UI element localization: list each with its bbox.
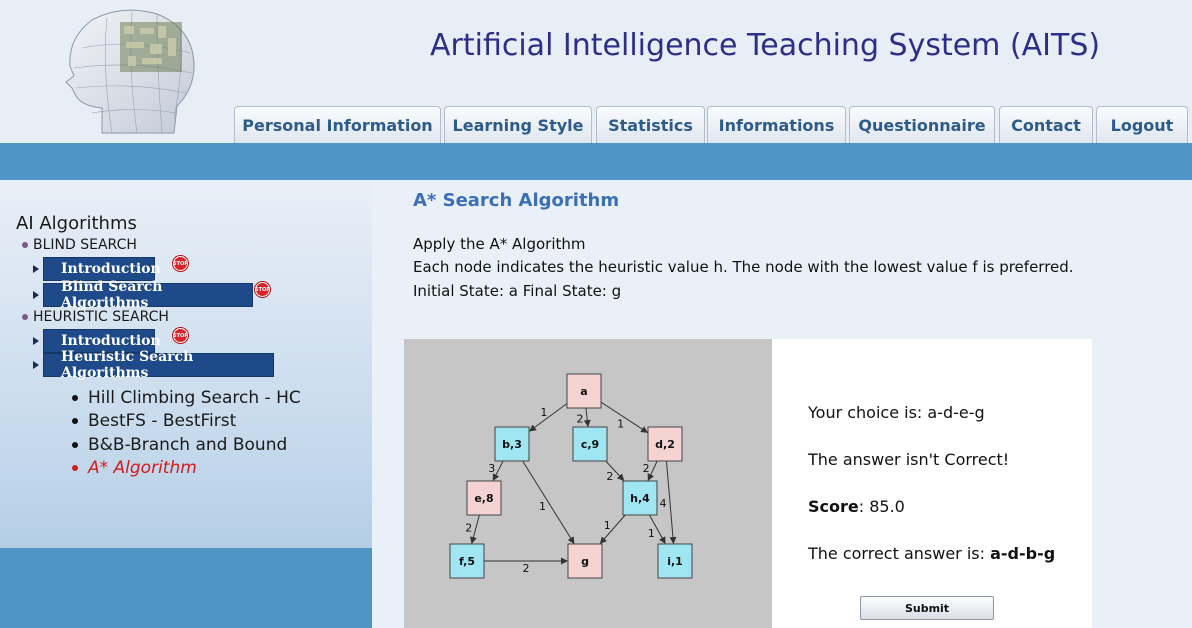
graph-edge-a-c	[583, 407, 591, 428]
correct-answer: The correct answer is: a-d-b-g	[808, 544, 1055, 563]
choice-value: a-d-e-g	[927, 403, 985, 422]
sub-item-bestfs[interactable]: BestFS - BestFirst	[72, 411, 236, 431]
edge-weight-label: 2	[465, 522, 472, 535]
node-label: a	[580, 385, 587, 398]
blind-search-label: BLIND SEARCH	[22, 237, 137, 253]
edge-weight-label: 1	[540, 406, 547, 419]
page-title: A* Search Algorithm	[413, 190, 620, 211]
edge-weight-label: 1	[648, 527, 655, 540]
stop-icon: STOP	[255, 282, 270, 297]
graph-edge-b-g	[522, 460, 575, 545]
answer-status: The answer isn't Correct!	[808, 450, 1010, 469]
bullet-icon	[72, 395, 78, 401]
arrow-right-icon	[33, 361, 39, 369]
node-label: h,4	[630, 492, 650, 505]
graph-edge-d-i	[665, 460, 677, 545]
sub-item-label: BestFS - BestFirst	[88, 411, 237, 431]
nav-statistics[interactable]: Statistics	[596, 106, 705, 143]
graph-node-a: a	[566, 373, 602, 409]
state-description: Initial State: a Final State: g	[413, 282, 622, 300]
graph-edge-a-b	[528, 403, 568, 432]
edge-weight-label: 2	[606, 470, 613, 483]
node-label: d,2	[655, 438, 675, 451]
correct-label: The correct answer is:	[808, 544, 991, 563]
score: Score: 85.0	[808, 497, 905, 516]
node-label: i,1	[667, 555, 683, 568]
graph-node-i: i,1	[657, 543, 693, 579]
blind-algorithms-button[interactable]: Blind Search Algorithms	[43, 279, 253, 311]
heuristic-search-text: HEURISTIC SEARCH	[33, 309, 169, 325]
header-band	[0, 143, 1192, 180]
choice-label: Your choice is:	[808, 403, 928, 422]
bullet-icon	[72, 418, 78, 424]
node-label: c,9	[581, 438, 599, 451]
bullet-icon	[22, 242, 28, 248]
node-label: b,3	[502, 438, 522, 451]
sub-item-label: Hill Climbing Search - HC	[88, 388, 301, 408]
graph-nodes: a b,3 c,9 d,2 e,8 h,4 f,5 g i,1	[449, 373, 693, 579]
header: Artificial Intelligence Teaching System …	[0, 0, 1192, 143]
graph-node-h: h,4	[622, 480, 658, 516]
arrow-right-icon	[33, 337, 39, 345]
arrow-right-icon	[33, 291, 39, 299]
edge-weight-label: 2	[577, 412, 584, 425]
nav-contact[interactable]: Contact	[999, 106, 1093, 143]
bullet-icon	[72, 442, 78, 448]
edge-weight-label: 1	[617, 417, 624, 430]
menu-blind-algorithms[interactable]: Blind Search Algorithms	[33, 279, 253, 311]
edge-weight-label: 1	[604, 519, 611, 532]
sub-item-a-star[interactable]: A* Algorithm	[72, 458, 197, 478]
graph-node-b: b,3	[494, 426, 530, 462]
bullet-icon	[22, 314, 28, 320]
heuristic-algorithms-button[interactable]: Heuristic Search Algorithms	[43, 349, 274, 381]
sub-item-label: A* Algorithm	[88, 458, 197, 478]
sidebar-title: AI Algorithms	[16, 213, 137, 234]
submit-button[interactable]: Submit	[860, 596, 994, 620]
stop-icon: STOP	[173, 328, 188, 343]
search-graph: 1 2 1 3 1 2 2 4 2 2 1 1 a b,3 c,9 d,2 e,8 h,4 f,5 g i,1	[449, 373, 693, 579]
blind-search-text: BLIND SEARCH	[33, 237, 137, 253]
node-label: g	[581, 555, 589, 568]
site-title: Artificial Intelligence Teaching System …	[430, 28, 1101, 63]
score-label: Score	[808, 497, 859, 516]
node-label: f,5	[459, 555, 475, 568]
menu-blind-introduction[interactable]: Introduction	[33, 257, 161, 281]
graph-edge-a-d	[600, 401, 649, 434]
graph-node-d: d,2	[647, 426, 683, 462]
instruction-line: Apply the A* Algorithm	[413, 235, 586, 253]
score-value: : 85.0	[858, 497, 905, 516]
graph-node-e: e,8	[466, 480, 502, 516]
bullet-icon	[72, 465, 78, 471]
nav-personal-information[interactable]: Personal Information	[234, 106, 441, 143]
sub-item-branch-and-bound[interactable]: B&B-Branch and Bound	[72, 435, 287, 455]
sub-item-label: B&B-Branch and Bound	[88, 435, 288, 455]
nav-informations[interactable]: Informations	[707, 106, 846, 143]
nav-logout[interactable]: Logout	[1096, 106, 1188, 143]
edge-weight-label: 2	[643, 462, 650, 475]
result-panel	[772, 339, 1092, 628]
graph-node-f: f,5	[449, 543, 485, 579]
nav-questionnaire[interactable]: Questionnaire	[849, 106, 995, 143]
arrow-right-icon	[33, 265, 39, 273]
sub-item-hill-climbing[interactable]: Hill Climbing Search - HC	[72, 388, 301, 408]
edge-weight-label: 1	[539, 500, 546, 513]
node-label: e,8	[474, 492, 493, 505]
nav-learning-style[interactable]: Learning Style	[444, 106, 592, 143]
stop-icon: STOP	[173, 256, 188, 271]
heuristic-description: Each node indicates the heuristic value …	[413, 258, 1074, 276]
graph-node-g: g	[567, 543, 603, 579]
user-choice: Your choice is: a-d-e-g	[808, 403, 985, 422]
edge-weight-label: 3	[488, 462, 495, 475]
brain-head-logo	[65, 9, 195, 134]
menu-heuristic-algorithms[interactable]: Heuristic Search Algorithms	[33, 349, 274, 381]
edge-weight-label: 4	[660, 497, 667, 510]
heuristic-search-label: HEURISTIC SEARCH	[22, 309, 169, 325]
edge-weight-label: 2	[523, 562, 530, 575]
blind-introduction-button[interactable]: Introduction	[43, 257, 161, 281]
graph-edge-e-f	[470, 514, 480, 545]
correct-value: a-d-b-g	[990, 544, 1056, 563]
sidebar-footer-band	[0, 548, 372, 628]
graph-node-c: c,9	[572, 426, 608, 462]
